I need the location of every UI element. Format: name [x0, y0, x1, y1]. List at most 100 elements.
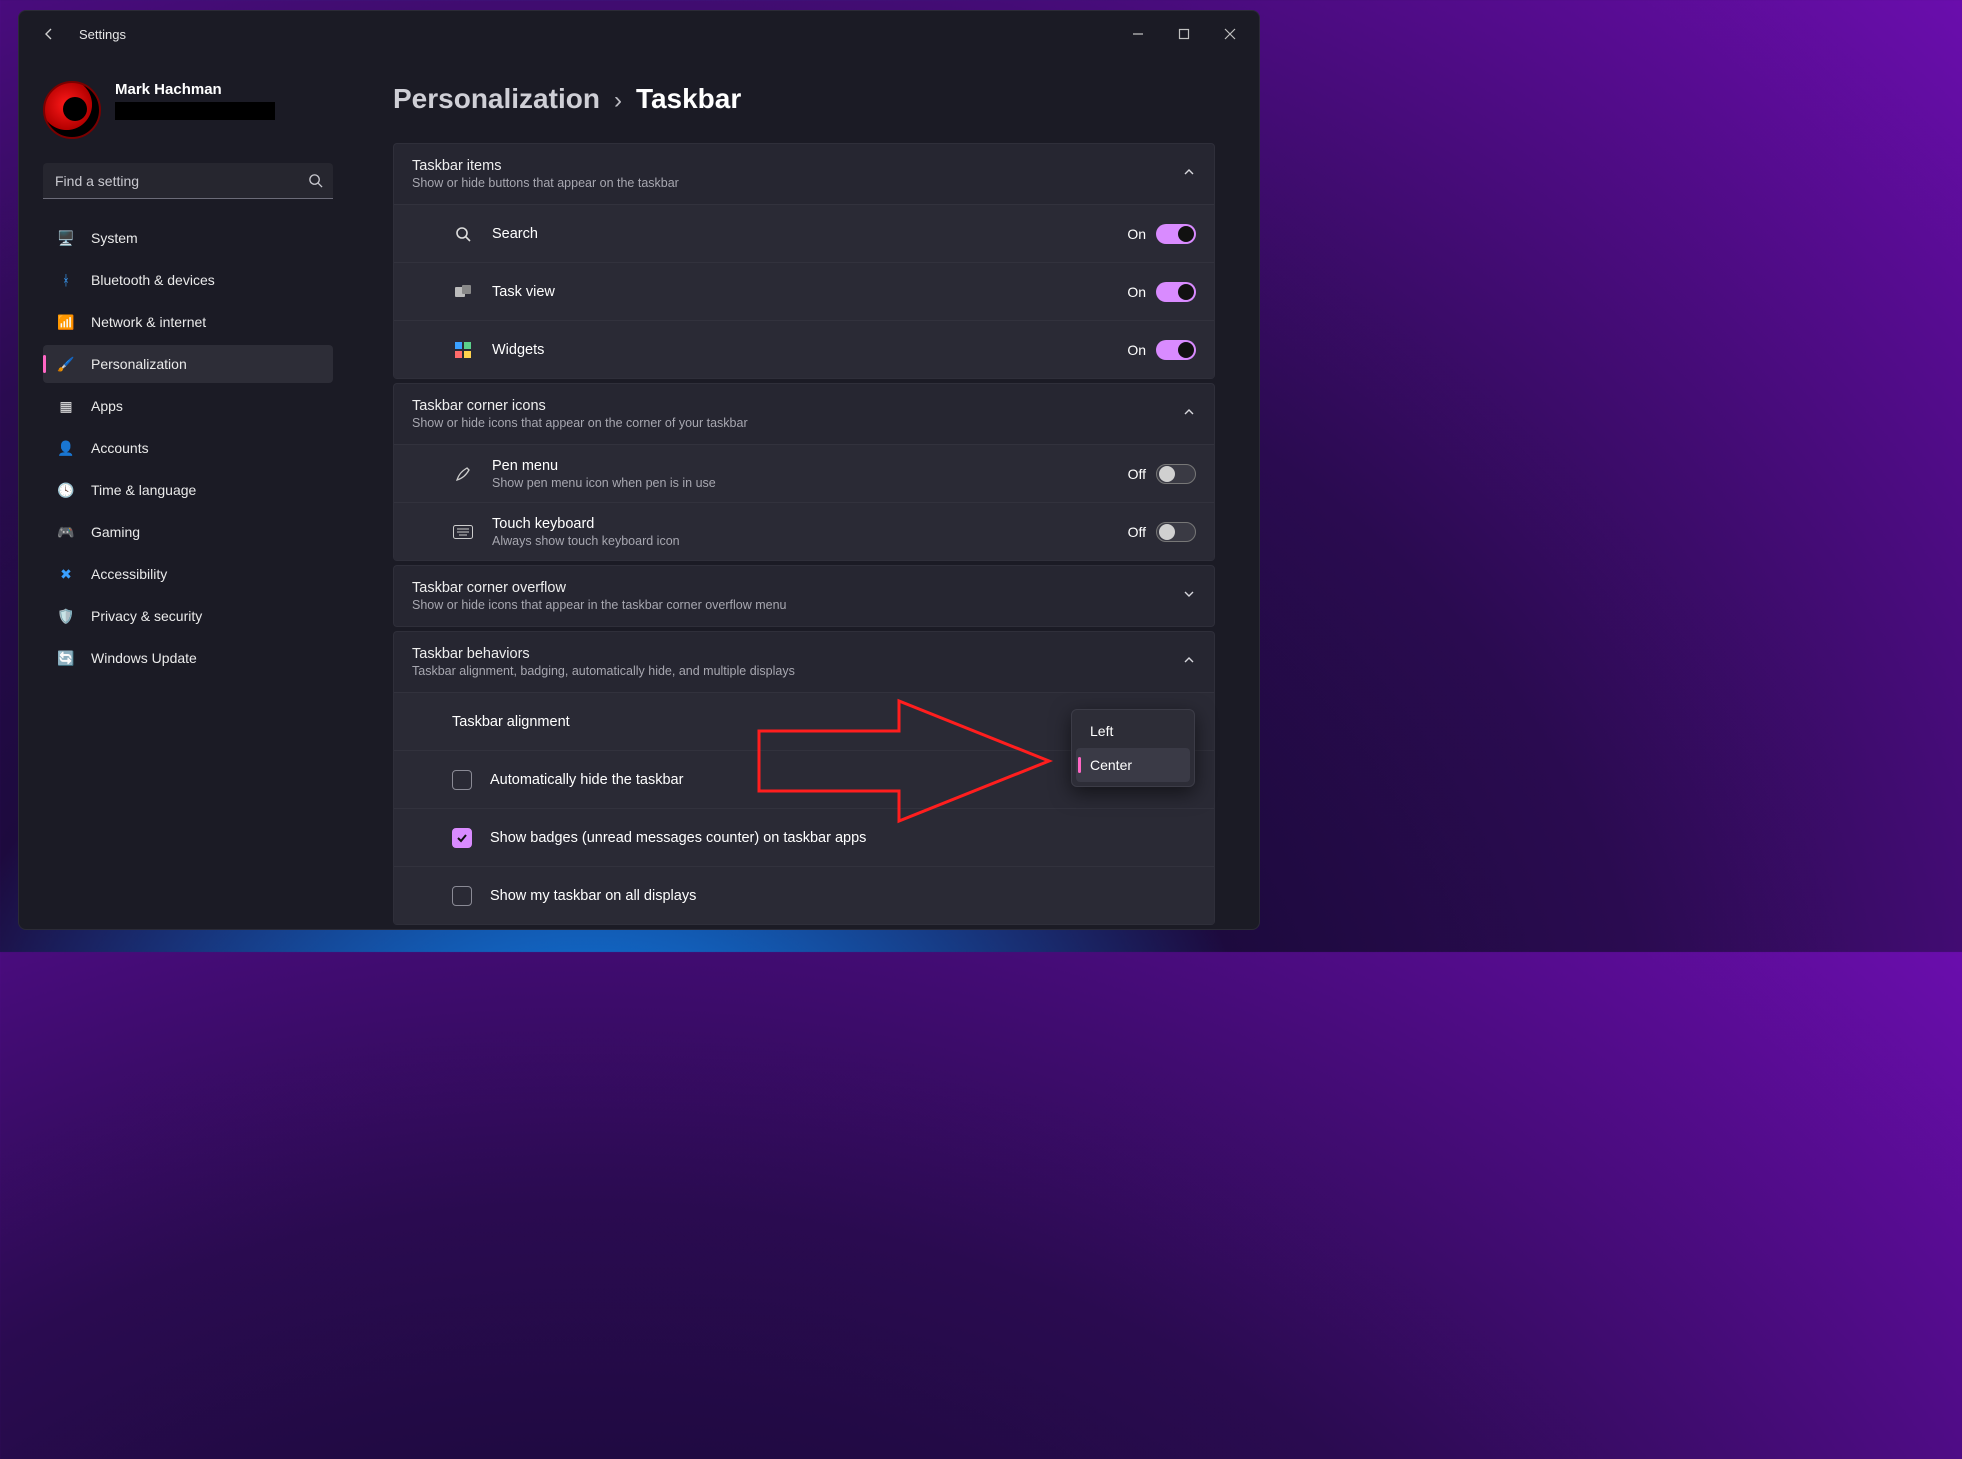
chevron-down-icon [1182, 587, 1196, 606]
sidebar-item-label: Accounts [91, 440, 149, 456]
section-header[interactable]: Taskbar corner icons Show or hide icons … [394, 384, 1214, 444]
breadcrumb-parent[interactable]: Personalization [393, 83, 600, 115]
paintbrush-icon: 🖌️ [57, 355, 75, 373]
sidebar-item-label: Gaming [91, 524, 140, 540]
toggle-state: On [1127, 226, 1146, 242]
breadcrumb: Personalization › Taskbar [393, 83, 1215, 115]
breadcrumb-current: Taskbar [636, 83, 741, 115]
sidebar-item-label: Apps [91, 398, 123, 414]
sidebar: Mark Hachman Find a setting 🖥️ System ᚼBl… [19, 57, 349, 929]
bluetooth-icon: ᚼ [57, 271, 75, 289]
row-label: Widgets [492, 342, 544, 358]
section-taskbar-items: Taskbar items Show or hide buttons that … [393, 143, 1215, 379]
chevron-right-icon: › [614, 87, 622, 115]
toggle-switch[interactable] [1156, 282, 1196, 302]
section-corner-overflow: Taskbar corner overflow Show or hide ico… [393, 565, 1215, 627]
section-header[interactable]: Taskbar items Show or hide buttons that … [394, 144, 1214, 204]
account-block[interactable]: Mark Hachman [43, 81, 333, 139]
sidebar-item-system[interactable]: 🖥️ System [43, 219, 333, 257]
close-button[interactable] [1207, 18, 1253, 50]
section-title: Taskbar corner icons [412, 398, 748, 414]
taskbar-item-widgets: Widgets On [394, 320, 1214, 378]
sidebar-item-gaming[interactable]: 🎮 Gaming [43, 513, 333, 551]
section-corner-icons: Taskbar corner icons Show or hide icons … [393, 383, 1215, 561]
nav-list: 🖥️ System ᚼBluetooth & devices 📶 Network &… [43, 219, 333, 677]
toggle-switch[interactable] [1156, 224, 1196, 244]
settings-window: Settings Mark Hachman Find a setting 🖥️ S… [18, 10, 1260, 930]
alignment-option-center[interactable]: Center [1076, 748, 1190, 782]
section-header[interactable]: Taskbar corner overflow Show or hide ico… [394, 566, 1214, 626]
sidebar-item-label: Time & language [91, 482, 196, 498]
row-label: Touch keyboard [492, 516, 680, 532]
monitor-icon: 🖥️ [57, 229, 75, 247]
section-header[interactable]: Taskbar behaviors Taskbar alignment, bad… [394, 632, 1214, 692]
search-icon [308, 173, 323, 188]
row-label: Search [492, 226, 538, 242]
sidebar-item-label: Personalization [91, 356, 187, 372]
sidebar-item-network[interactable]: 📶 Network & internet [43, 303, 333, 341]
search-placeholder: Find a setting [55, 173, 308, 189]
option-label: Center [1090, 757, 1132, 773]
taskbar-item-taskview: Task view On [394, 262, 1214, 320]
section-subtitle: Show or hide icons that appear on the co… [412, 416, 748, 430]
annotation-arrow [759, 691, 1059, 846]
back-button[interactable] [33, 18, 65, 50]
sidebar-item-accounts[interactable]: 👤 Accounts [43, 429, 333, 467]
toggle-state: On [1127, 342, 1146, 358]
shield-icon: 🛡️ [57, 607, 75, 625]
checkbox[interactable] [452, 770, 472, 790]
avatar [43, 81, 101, 139]
section-subtitle: Show or hide buttons that appear on the … [412, 176, 679, 190]
alignment-dropdown[interactable]: Left Center [1071, 709, 1195, 787]
sidebar-item-privacy[interactable]: 🛡️ Privacy & security [43, 597, 333, 635]
section-title: Taskbar items [412, 158, 679, 174]
checkbox[interactable] [452, 828, 472, 848]
section-subtitle: Show or hide icons that appear in the ta… [412, 598, 787, 612]
toggle-switch[interactable] [1156, 340, 1196, 360]
account-name: Mark Hachman [115, 81, 275, 98]
toggle-state: Off [1128, 466, 1146, 482]
sidebar-item-update[interactable]: 🔄 Windows Update [43, 639, 333, 677]
row-subtitle: Always show touch keyboard icon [492, 534, 680, 548]
apps-icon: ▦ [57, 397, 75, 415]
titlebar: Settings [19, 11, 1259, 57]
sidebar-item-label: Network & internet [91, 314, 206, 330]
sidebar-item-apps[interactable]: ▦ Apps [43, 387, 333, 425]
account-email-redacted [115, 102, 275, 120]
sidebar-item-label: Accessibility [91, 566, 167, 582]
chevron-up-icon [1182, 165, 1196, 184]
toggle-state: On [1127, 284, 1146, 300]
wifi-icon: 📶 [57, 313, 75, 331]
corner-icon-touch-keyboard: Touch keyboard Always show touch keyboar… [394, 502, 1214, 560]
minimize-button[interactable] [1115, 18, 1161, 50]
search-input[interactable]: Find a setting [43, 163, 333, 199]
sidebar-item-bluetooth[interactable]: ᚼBluetooth & devices [43, 261, 333, 299]
chevron-up-icon [1182, 405, 1196, 424]
checkbox[interactable] [452, 886, 472, 906]
sidebar-item-label: Privacy & security [91, 608, 202, 624]
section-title: Taskbar behaviors [412, 646, 795, 662]
section-title: Taskbar corner overflow [412, 580, 787, 596]
toggle-switch[interactable] [1156, 464, 1196, 484]
toggle-switch[interactable] [1156, 522, 1196, 542]
behavior-alldisplays-row[interactable]: Show my taskbar on all displays [394, 866, 1214, 924]
row-subtitle: Show pen menu icon when pen is in use [492, 476, 716, 490]
sidebar-item-time[interactable]: 🕓 Time & language [43, 471, 333, 509]
alignment-option-left[interactable]: Left [1076, 714, 1190, 748]
sidebar-item-label: Windows Update [91, 650, 197, 666]
update-icon: 🔄 [57, 649, 75, 667]
row-label: Show my taskbar on all displays [490, 888, 696, 904]
sidebar-item-label: System [91, 230, 138, 246]
corner-icon-pen: Pen menu Show pen menu icon when pen is … [394, 444, 1214, 502]
sidebar-item-accessibility[interactable]: ✖Accessibility [43, 555, 333, 593]
toggle-state: Off [1128, 524, 1146, 540]
sidebar-item-personalization[interactable]: 🖌️ Personalization [43, 345, 333, 383]
maximize-button[interactable] [1161, 18, 1207, 50]
clock-icon: 🕓 [57, 481, 75, 499]
row-label: Taskbar alignment [452, 714, 570, 730]
chevron-up-icon [1182, 653, 1196, 672]
option-label: Left [1090, 723, 1113, 739]
gamepad-icon: 🎮 [57, 523, 75, 541]
person-icon: 👤 [57, 439, 75, 457]
app-title: Settings [79, 27, 126, 42]
